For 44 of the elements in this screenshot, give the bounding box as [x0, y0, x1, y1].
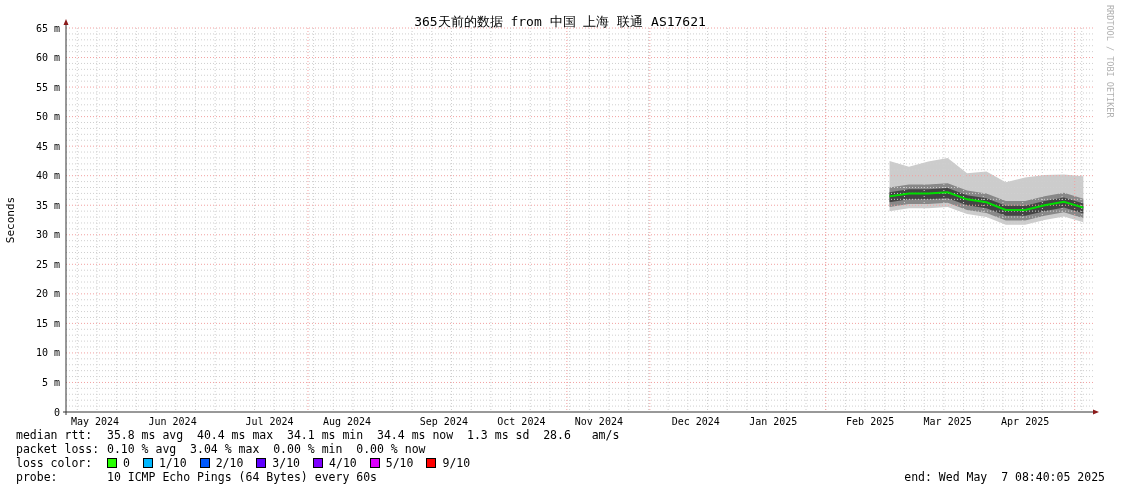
- legend-value: 35.8 ms avg 40.4 ms max 34.1 ms min 34.4 ms now 1.3 ms sd 28.6 am/s: [107, 428, 620, 442]
- y-tick-label: 60 m: [35, 52, 60, 64]
- legend-value: 4/10: [329, 456, 357, 470]
- credit-text: RRDTOOL / TOBI OETIKER: [1105, 5, 1115, 118]
- legend-value: 2/10: [215, 456, 244, 470]
- chart-title: 365天前的数据 from 中国 上海 联通 AS17621: [414, 14, 706, 29]
- y-tick-label: 10 m: [35, 347, 60, 359]
- y-tick-label: 15 m: [35, 317, 60, 329]
- y-tick-label: 65 m: [35, 22, 60, 34]
- end-time: end: Wed May 7 08:40:05 2025: [904, 470, 1105, 484]
- y-tick-label: 5 m: [41, 376, 60, 388]
- legend-value: 1/10: [158, 456, 187, 470]
- y-tick-label: 40 m: [35, 170, 60, 182]
- legend-label: packet loss:: [16, 442, 101, 456]
- x-tick-label: Sep 2024: [419, 416, 468, 427]
- y-tick-label: 55 m: [35, 81, 60, 93]
- x-tick-label: May 2024: [71, 416, 120, 427]
- legend-value: 9/10: [442, 456, 471, 470]
- y-tick-label: 50 m: [35, 111, 60, 123]
- legend-label: median rtt:: [16, 428, 94, 442]
- x-tick-label: Jun 2024: [148, 416, 197, 427]
- x-tick-label: Nov 2024: [574, 416, 623, 427]
- legend-value: 0: [123, 456, 130, 470]
- y-axis-title: Seconds: [4, 196, 17, 244]
- y-tick-label: 30 m: [35, 229, 60, 241]
- x-tick-label: Mar 2025: [923, 416, 972, 427]
- legend-label: probe:: [16, 470, 59, 484]
- x-tick-label: Apr 2025: [1001, 416, 1050, 427]
- x-tick-label: Dec 2024: [671, 416, 720, 427]
- legend-value: 3/10: [272, 456, 301, 470]
- x-tick-label: Jul 2024: [245, 416, 294, 427]
- y-tick-label: 0: [53, 406, 60, 418]
- x-tick-label: Oct 2024: [497, 416, 546, 427]
- legend-value: 10 ICMP Echo Pings (64 Bytes) every 60s: [107, 470, 378, 484]
- y-tick-label: 20 m: [35, 288, 60, 300]
- x-tick-label: Feb 2025: [846, 416, 895, 427]
- y-tick-label: 25 m: [35, 258, 60, 270]
- y-tick-label: 45 m: [35, 140, 60, 152]
- legend-value: 5/10: [385, 456, 414, 470]
- x-tick-label: Aug 2024: [322, 416, 372, 427]
- x-tick-label: Jan 2025: [749, 416, 798, 427]
- y-tick-label: 35 m: [35, 199, 60, 211]
- legend-label: loss color:: [16, 456, 94, 470]
- legend-value: 0.10 % avg 3.04 % max 0.00 % min 0.00 % now: [107, 442, 426, 456]
